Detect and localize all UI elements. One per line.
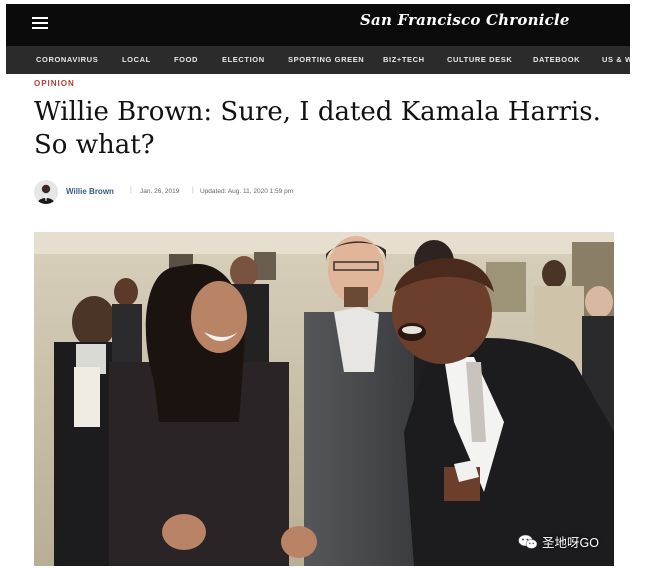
section-nav: CORONAVIRUS LOCAL FOOD ELECTION SPORTING…: [6, 46, 630, 74]
byline: Willie Brown | Jan. 26, 2019 | Updated: …: [34, 180, 614, 204]
nav-item-sporting-green[interactable]: SPORTING GREEN: [288, 55, 364, 64]
nav-item-biz-tech[interactable]: BIZ+TECH: [383, 55, 425, 64]
browser-frame: San Francisco Chronicle CORONAVIRUS LOCA…: [6, 4, 630, 566]
nav-item-food[interactable]: FOOD: [174, 55, 198, 64]
avatar[interactable]: [34, 180, 58, 204]
byline-divider: |: [130, 187, 132, 194]
nav-item-us-world[interactable]: US & W: [602, 55, 630, 64]
author-link[interactable]: Willie Brown: [66, 187, 114, 196]
watermark: 圣地呀GO: [518, 532, 599, 553]
nav-item-culture-desk[interactable]: CULTURE DESK: [447, 55, 512, 64]
hamburger-icon[interactable]: [32, 17, 48, 31]
wechat-icon: [518, 534, 538, 553]
article-headline: Willie Brown: Sure, I dated Kamala Harri…: [34, 97, 601, 160]
site-header: San Francisco Chronicle: [6, 4, 630, 46]
masthead-logo[interactable]: San Francisco Chronicle: [360, 11, 570, 29]
nav-item-coronavirus[interactable]: CORONAVIRUS: [36, 55, 98, 64]
updated-date: Updated: Aug. 11, 2020 1:59 pm: [200, 188, 294, 195]
nav-item-datebook[interactable]: DATEBOOK: [533, 55, 580, 64]
byline-divider: |: [192, 187, 194, 194]
article-photo: [34, 232, 614, 566]
nav-item-election[interactable]: ELECTION: [222, 55, 265, 64]
publish-date: Jan. 26, 2019: [140, 188, 180, 195]
section-label[interactable]: OPINION: [34, 79, 75, 88]
watermark-text: 圣地呀GO: [542, 536, 599, 550]
nav-item-local[interactable]: LOCAL: [122, 55, 151, 64]
